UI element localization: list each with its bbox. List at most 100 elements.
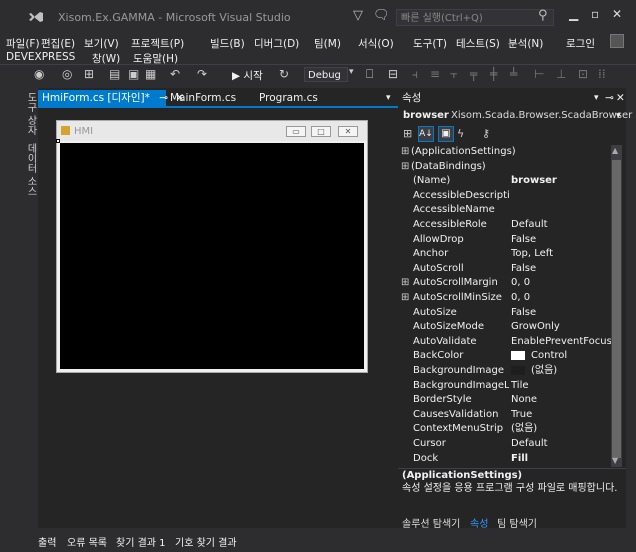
property-row[interactable]: AccessibleRole Default (398, 218, 611, 233)
refresh-icon[interactable]: ↻ (279, 67, 289, 81)
property-value[interactable]: Control (511, 349, 611, 364)
menu-team[interactable]: 팀(M) (314, 36, 341, 51)
property-row[interactable]: AutoSize False (398, 306, 611, 321)
property-value[interactable]: EnablePreventFocusCha (511, 335, 611, 350)
align-icon[interactable]: ⊟ (388, 67, 398, 81)
property-value[interactable]: None (511, 393, 611, 408)
quick-launch-input[interactable]: 빠른 실행(Ctrl+Q) (396, 9, 554, 26)
browser-control[interactable] (60, 143, 364, 369)
property-value[interactable]: (없음) (511, 422, 611, 437)
save-all-icon[interactable]: ▦ (145, 67, 156, 81)
forward-icon[interactable]: ◎ (62, 67, 72, 81)
property-value[interactable]: 0, 0 (511, 276, 611, 291)
property-pages-icon[interactable]: ⚷ (482, 127, 490, 140)
scrollbar-thumb[interactable] (612, 160, 621, 458)
property-row[interactable]: Dock Fill (398, 452, 611, 467)
expand-icon[interactable]: ⊞ (401, 276, 409, 291)
menu-format[interactable]: 서식(O) (358, 36, 394, 51)
object-dropdown-icon[interactable]: ▾ (616, 107, 621, 125)
menu-analyze[interactable]: 분석(N) (508, 36, 543, 51)
property-row[interactable]: ⊞ (DataBindings) (398, 160, 611, 175)
tab-output[interactable]: 출력 (38, 534, 56, 549)
back-icon[interactable]: ◉ (34, 67, 44, 81)
start-debug-button[interactable]: ▶ 시작 (232, 68, 263, 83)
align-right-icon[interactable]: ⫟ (450, 67, 457, 82)
scroll-up-icon[interactable]: ▲ (612, 146, 618, 155)
search-icon[interactable]: ⚲ (538, 8, 548, 23)
menu-tools[interactable]: 도구(T) (413, 36, 447, 51)
property-value[interactable]: False (511, 306, 611, 321)
tab-find-symbol-results[interactable]: 기호 찾기 결과 (175, 534, 237, 549)
align-top-icon[interactable]: ╤ (470, 67, 477, 81)
close-button[interactable]: ✕ (612, 7, 622, 21)
new-project-icon[interactable]: ⊞ (84, 67, 94, 81)
undo-icon[interactable]: ↶ (170, 67, 180, 81)
menu-build[interactable]: 빌드(B) (210, 36, 245, 51)
selection-handle[interactable] (56, 139, 60, 143)
save-icon[interactable]: ▣ (128, 67, 139, 81)
property-value[interactable]: Tile (511, 379, 611, 394)
tab-find-results[interactable]: 찾기 결과 1 (116, 534, 166, 549)
property-row[interactable]: Cursor Default (398, 437, 611, 452)
tab-dropdown-icon[interactable]: ▾ (386, 90, 391, 106)
alphabetical-icon[interactable]: A↓ (418, 126, 434, 142)
panel-pin-icon[interactable]: ⊸ (605, 90, 614, 106)
property-row[interactable]: ⊞ AutoScrollMinSize 0, 0 (398, 291, 611, 306)
properties-icon[interactable]: ▣ (438, 126, 454, 142)
property-value[interactable]: GrowOnly (511, 320, 611, 335)
datasources-tab[interactable]: 데이터 소스 (23, 143, 38, 196)
property-value[interactable]: False (511, 262, 611, 277)
property-row[interactable]: BorderStyle None (398, 393, 611, 408)
menu-file[interactable]: 파일(F) (6, 36, 40, 51)
tab-program[interactable]: Program.cs (259, 90, 318, 106)
property-row[interactable]: ContextMenuStrip (없음) (398, 422, 611, 437)
open-file-icon[interactable]: ▤ (109, 67, 120, 81)
redo-icon[interactable]: ↷ (197, 67, 207, 81)
scroll-down-icon[interactable]: ▼ (612, 456, 618, 465)
events-icon[interactable]: ϟ (457, 127, 464, 140)
menu-test[interactable]: 테스트(S) (456, 36, 500, 51)
property-row[interactable]: BackColor Control (398, 349, 611, 364)
tab-mainform[interactable]: MainForm.cs (170, 90, 236, 106)
avatar[interactable] (610, 34, 624, 48)
tab-hmiform-design[interactable]: HmiForm.cs [디자인]* ⊸ ✕ (38, 90, 184, 106)
menu-project[interactable]: 프로젝트(P) (131, 36, 184, 51)
property-row[interactable]: AccessibleDescription (398, 189, 611, 204)
property-value[interactable]: True (511, 408, 611, 423)
property-row[interactable]: ⊞ (ApplicationSettings) (398, 145, 611, 160)
align-center-icon[interactable]: ≡ (430, 67, 440, 81)
grid-icon[interactable]: ⁞⁞ (598, 67, 606, 81)
property-row[interactable]: ⊞ AutoScrollMargin 0, 0 (398, 276, 611, 291)
minimize-button[interactable]: ▁ (569, 7, 578, 21)
align-bottom-icon[interactable]: ╧ (510, 67, 517, 81)
menu-edit[interactable]: 편집(E) (41, 36, 75, 51)
align-left-icon[interactable]: ⫞ (412, 67, 418, 82)
object-selector[interactable]: browser Xisom.Scada.Browser.ScadaBrowser… (398, 107, 632, 125)
align-middle-icon[interactable]: ╪ (490, 67, 497, 81)
property-value[interactable]: (없음) (511, 364, 611, 379)
format-icon[interactable]: ⎕ (366, 67, 373, 82)
property-row[interactable]: AutoScroll False (398, 262, 611, 277)
menu-view[interactable]: 보기(V) (84, 36, 119, 51)
property-value[interactable]: Default (511, 218, 611, 233)
menu-debug[interactable]: 디버그(D) (254, 36, 299, 51)
property-row[interactable]: AutoValidate EnablePreventFocusCha (398, 335, 611, 350)
toolbox-tab[interactable]: 도구 상자 (23, 92, 38, 135)
expand-icon[interactable]: ⊞ (401, 145, 409, 160)
property-row[interactable]: CausesValidation True (398, 408, 611, 423)
same-size-icon[interactable]: ⊡ (578, 67, 588, 81)
solution-config-select[interactable]: Debug (304, 67, 348, 82)
property-row[interactable]: BackgroundImageLayoTile (398, 379, 611, 394)
categorized-icon[interactable]: ⊞ (403, 127, 412, 140)
maximize-button[interactable]: ▫ (591, 7, 599, 21)
tab-error-list[interactable]: 오류 목록 (67, 534, 107, 549)
property-value[interactable]: 0, 0 (511, 291, 611, 306)
property-value[interactable]: False (511, 233, 611, 248)
chevron-down-icon[interactable]: ▾ (349, 67, 354, 77)
filter-icon[interactable]: ▽ (353, 8, 363, 23)
expand-icon[interactable]: ⊞ (401, 291, 409, 306)
property-row[interactable]: Anchor Top, Left (398, 247, 611, 262)
feedback-icon[interactable]: 🗨 (373, 8, 390, 23)
property-row[interactable]: AllowDrop False (398, 233, 611, 248)
login-link[interactable]: 로그인 (566, 36, 595, 51)
